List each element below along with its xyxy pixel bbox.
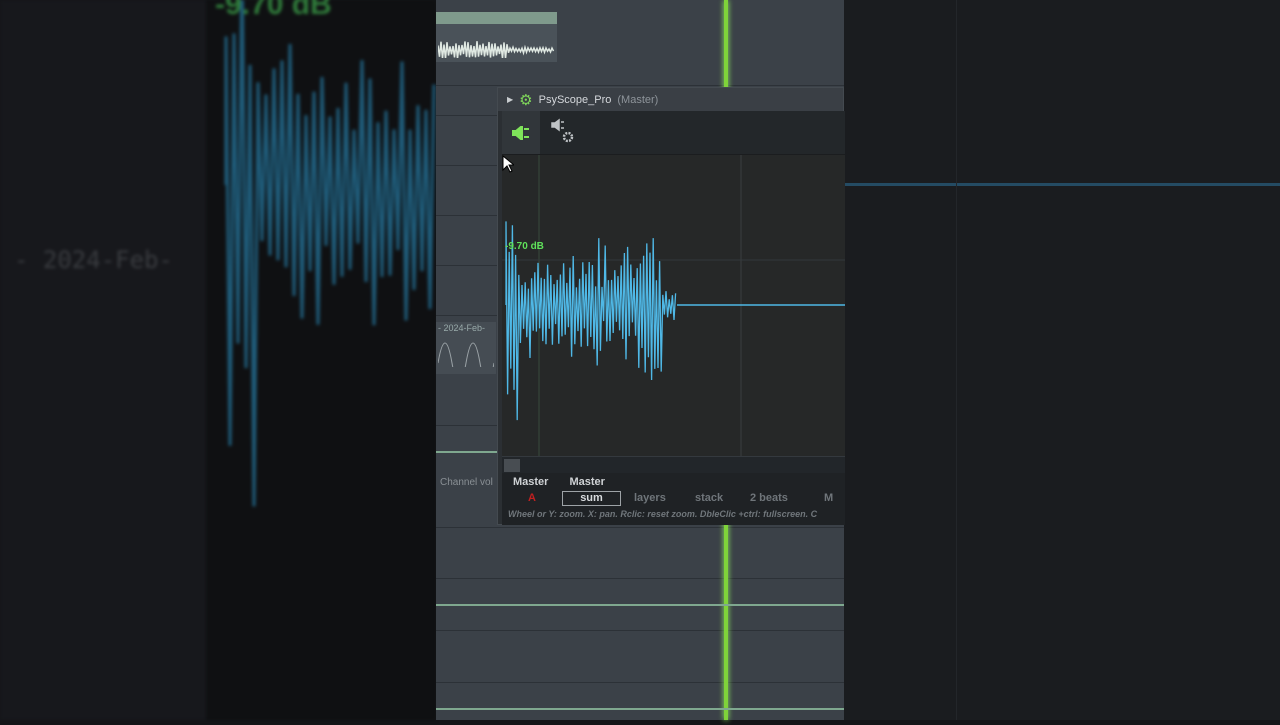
m-button[interactable]: M [824,492,833,504]
expand-triangle-icon[interactable]: ▶ [507,95,513,104]
waveform-trace [438,41,555,58]
blurred-clip-date: - 2024-Feb- [14,246,173,274]
gear-icon[interactable]: ⚙ [519,91,532,109]
input-name[interactable]: Master [513,476,548,488]
blurred-scope [206,0,436,720]
blurred-db-readout: -9.70 dB [215,0,332,21]
scope-footer: Master Master A sum layers stack 2 beats… [502,473,845,525]
input-name[interactable]: Master [569,476,604,488]
channel-vol-label: Channel vol [440,477,493,488]
oscilloscope-display[interactable]: -9.70 dB [502,154,845,457]
horizontal-scrollbar[interactable] [502,456,845,473]
clip-date: - 2024-Feb- [438,323,486,333]
automation-clip[interactable]: - 2024-Feb- [436,322,496,384]
marker-a[interactable]: A [528,492,536,504]
blurred-waveform [224,0,436,507]
plugin-toolbar [502,111,845,154]
blurred-background-left: -9.70 dB - 2024-Feb- [0,0,436,720]
psyscope-window: ▶ ⚙ PsyScope_Pro (Master) -9.70 dB Maste… [497,87,845,525]
mode-layers-button[interactable]: layers [634,492,666,504]
scrollbar-thumb[interactable] [504,459,520,472]
plug-icon[interactable] [502,111,540,154]
db-readout: -9.70 dB [505,241,544,252]
plug-gear-icon[interactable] [540,111,580,154]
clip-waveform [438,41,555,58]
plugin-title: PsyScope_Pro [538,93,612,106]
sine-waveform [437,342,495,384]
waveform-trace [224,0,436,507]
plugin-context: (Master) [617,93,659,106]
mode-stack-button[interactable]: stack [695,492,723,504]
help-hint: Wheel or Y: zoom. X: pan. Rclic: reset z… [508,509,818,519]
audio-clip[interactable] [436,12,557,62]
waveform [502,155,845,457]
mouse-cursor-icon [502,155,514,173]
mode-sum-button[interactable]: sum [562,491,621,506]
window-title-bar[interactable]: ▶ ⚙ PsyScope_Pro (Master) [498,88,843,111]
blurred-background-right [844,0,1280,720]
length-selector[interactable]: 2 beats [750,492,788,504]
